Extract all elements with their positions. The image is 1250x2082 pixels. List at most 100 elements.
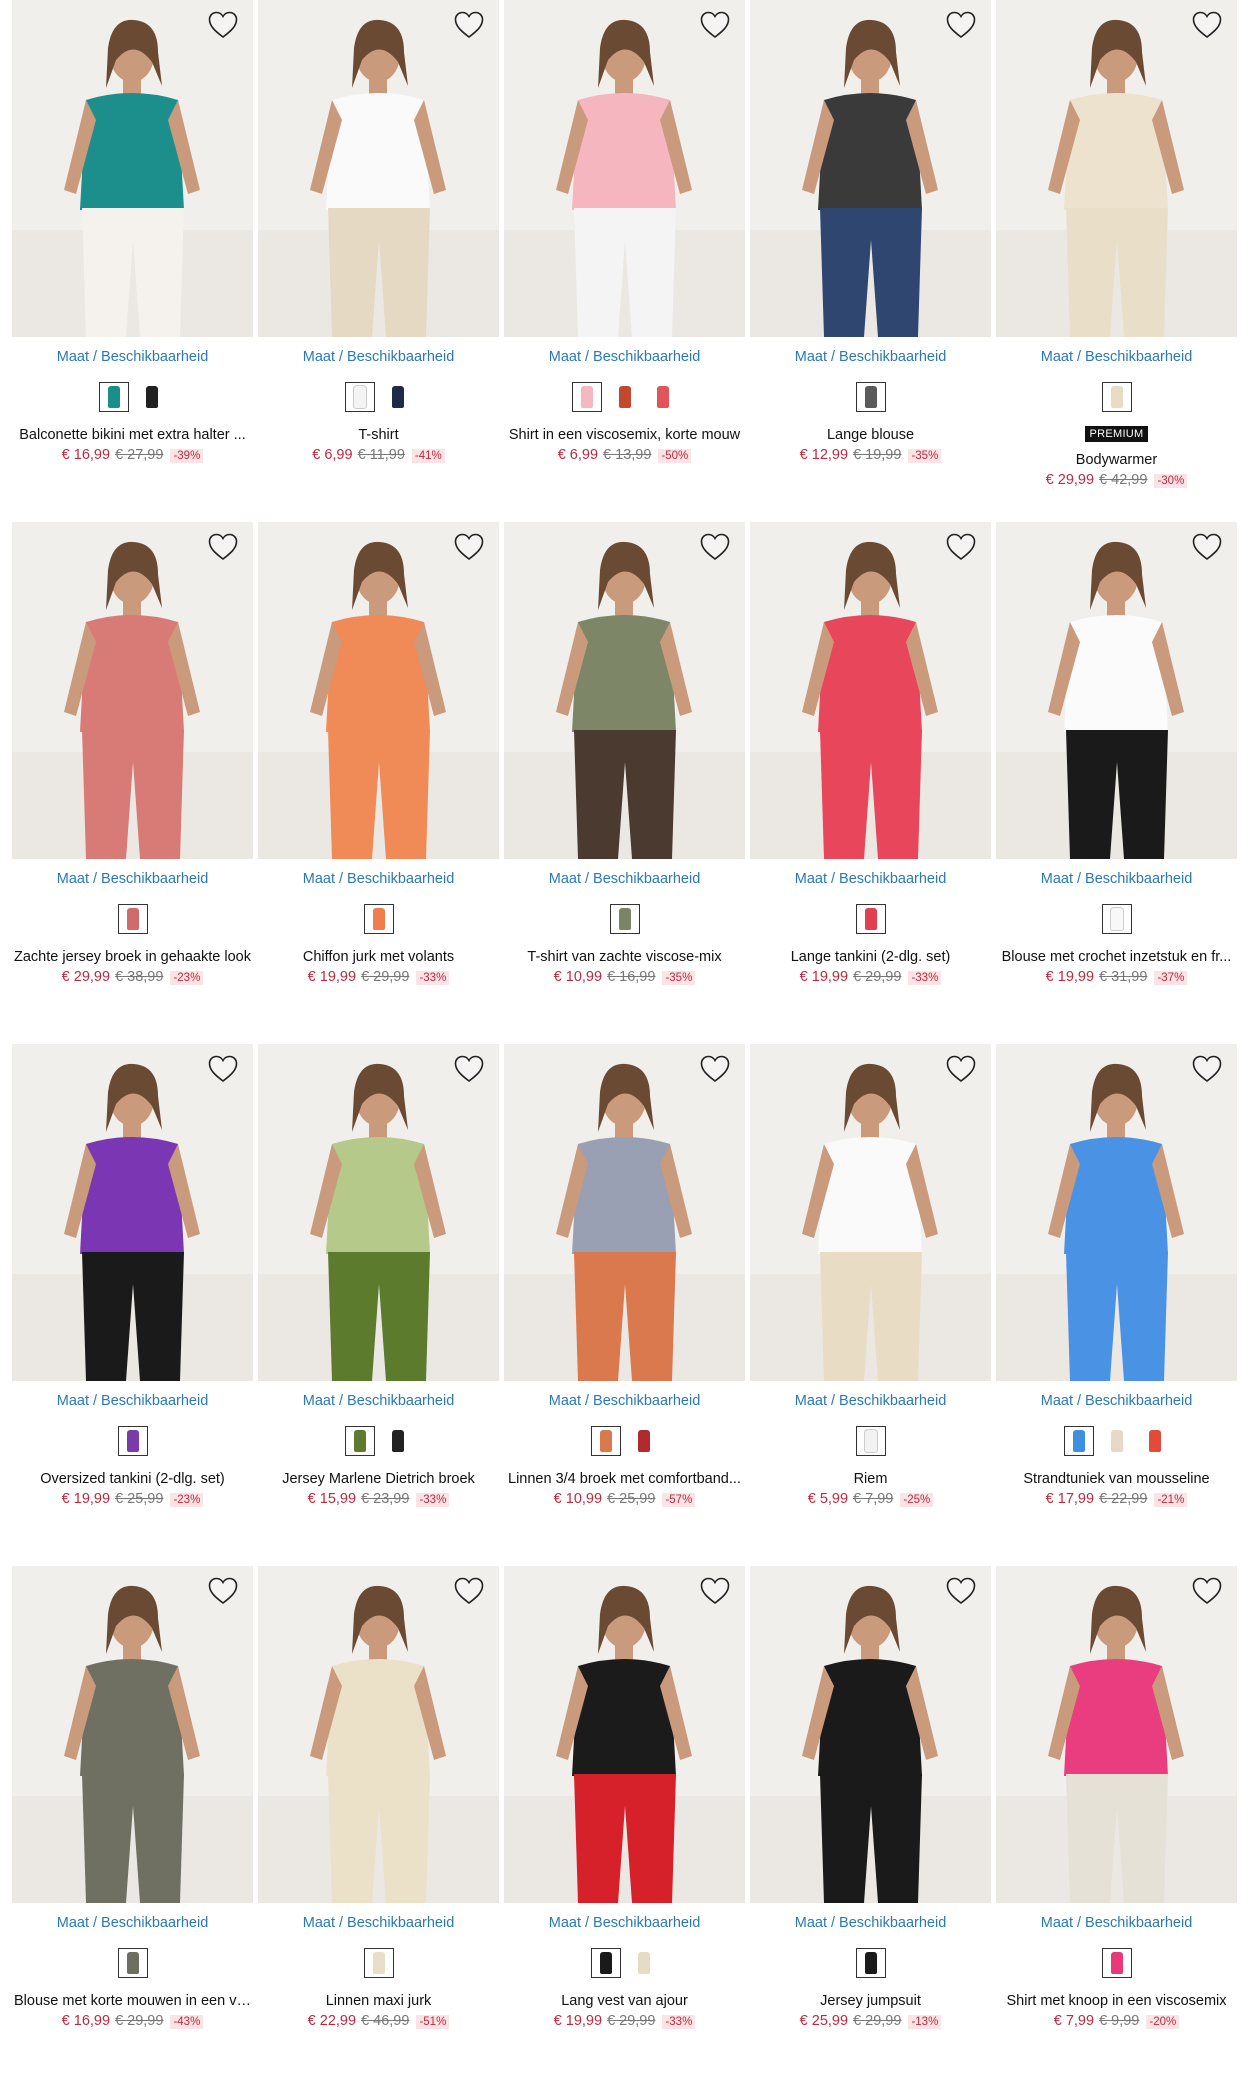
product-image[interactable] [504, 522, 745, 859]
size-availability-link[interactable]: Maat / Beschikbaarheid [258, 1393, 499, 1409]
size-availability-link[interactable]: Maat / Beschikbaarheid [258, 871, 499, 887]
size-availability-link[interactable]: Maat / Beschikbaarheid [504, 1393, 745, 1409]
color-swatch[interactable] [117, 904, 148, 934]
product-image[interactable] [12, 522, 253, 859]
size-availability-link[interactable]: Maat / Beschikbaarheid [750, 1393, 991, 1409]
favorite-heart-icon[interactable] [453, 532, 485, 562]
color-swatch[interactable] [629, 1948, 659, 1978]
product-card[interactable]: Maat / Beschikbaarheid Lang vest van ajou… [492, 1566, 745, 2066]
product-card[interactable]: Maat / Beschikbaarheid T-shirt van zachte… [492, 522, 745, 1022]
color-swatch[interactable] [1101, 382, 1132, 412]
product-name[interactable]: Balconette bikini met extra halter ... [12, 427, 253, 443]
product-name[interactable]: Shirt in een viscosemix, korte mouw [504, 427, 745, 443]
favorite-heart-icon[interactable] [945, 1054, 977, 1084]
size-availability-link[interactable]: Maat / Beschikbaarheid [12, 871, 253, 887]
color-swatch[interactable] [117, 1426, 148, 1456]
size-availability-link[interactable]: Maat / Beschikbaarheid [504, 349, 745, 365]
product-image[interactable] [750, 522, 991, 859]
favorite-heart-icon[interactable] [945, 1576, 977, 1606]
product-name[interactable]: Oversized tankini (2-dlg. set) [12, 1471, 253, 1487]
product-image[interactable] [996, 1566, 1237, 1903]
color-swatch[interactable] [855, 382, 886, 412]
product-card[interactable]: Maat / Beschikbaarheid PREMIUM Bodywarmer €… [984, 0, 1237, 500]
size-availability-link[interactable]: Maat / Beschikbaarheid [258, 349, 499, 365]
favorite-heart-icon[interactable] [1191, 1054, 1223, 1084]
product-image[interactable] [12, 1044, 253, 1381]
product-name[interactable]: Lange tankini (2-dlg. set) [750, 949, 991, 965]
size-availability-link[interactable]: Maat / Beschikbaarheid [504, 1915, 745, 1931]
color-swatch[interactable] [571, 382, 602, 412]
color-swatch[interactable] [363, 1948, 394, 1978]
color-swatch[interactable] [1101, 1948, 1132, 1978]
color-swatch[interactable] [610, 382, 640, 412]
product-image[interactable] [504, 1044, 745, 1381]
product-name[interactable]: Bodywarmer [996, 452, 1237, 468]
product-card[interactable]: Maat / Beschikbaarheid Lange tankini (2-d… [738, 522, 991, 1022]
product-image[interactable] [258, 0, 499, 337]
product-card[interactable]: Maat / Beschikbaarheid Linnen maxi jurk € … [246, 1566, 499, 2066]
product-name[interactable]: Riem [750, 1471, 991, 1487]
product-card[interactable]: Maat / Beschikbaarheid Riem € 5,99 € 7,99 -2… [738, 1044, 991, 1544]
color-swatch[interactable] [855, 1426, 886, 1456]
product-card[interactable]: Maat / Beschikbaarheid Strandtuniek van m… [984, 1044, 1237, 1544]
favorite-heart-icon[interactable] [453, 1054, 485, 1084]
favorite-heart-icon[interactable] [207, 1054, 239, 1084]
product-name[interactable]: Shirt met knoop in een viscosemix [996, 1993, 1237, 2009]
product-image[interactable] [750, 1566, 991, 1903]
product-card[interactable]: Maat / Beschikbaarheid Balconette bikini … [0, 0, 253, 500]
product-image[interactable] [258, 1044, 499, 1381]
product-card[interactable]: Maat / Beschikbaarheid Chiffon jurk met v… [246, 522, 499, 1022]
product-image[interactable] [996, 0, 1237, 337]
color-swatch[interactable] [383, 382, 413, 412]
product-name[interactable]: Zachte jersey broek in gehaakte look [12, 949, 253, 965]
size-availability-link[interactable]: Maat / Beschikbaarheid [12, 349, 253, 365]
product-card[interactable]: Maat / Beschikbaarheid Jersey jumpsuit € 2… [738, 1566, 991, 2066]
favorite-heart-icon[interactable] [699, 1054, 731, 1084]
color-swatch[interactable] [855, 1948, 886, 1978]
product-name[interactable]: Chiffon jurk met volants [258, 949, 499, 965]
size-availability-link[interactable]: Maat / Beschikbaarheid [996, 349, 1237, 365]
product-card[interactable]: Maat / Beschikbaarheid Zachte jersey broe… [0, 522, 253, 1022]
product-name[interactable]: Strandtuniek van mousseline [996, 1471, 1237, 1487]
product-card[interactable]: Maat / Beschikbaarheid T-shirt € 6,99 € 11,… [246, 0, 499, 500]
size-availability-link[interactable]: Maat / Beschikbaarheid [750, 871, 991, 887]
favorite-heart-icon[interactable] [1191, 10, 1223, 40]
product-image[interactable] [750, 1044, 991, 1381]
color-swatch[interactable] [609, 904, 640, 934]
product-name[interactable]: Lange blouse [750, 427, 991, 443]
product-name[interactable]: Linnen 3/4 broek met comfortband... [504, 1471, 745, 1487]
product-name[interactable]: Jersey jumpsuit [750, 1993, 991, 2009]
product-image[interactable] [504, 1566, 745, 1903]
color-swatch[interactable] [98, 382, 129, 412]
product-name[interactable]: Lang vest van ajour [504, 1993, 745, 2009]
size-availability-link[interactable]: Maat / Beschikbaarheid [750, 349, 991, 365]
size-availability-link[interactable]: Maat / Beschikbaarheid [996, 871, 1237, 887]
favorite-heart-icon[interactable] [699, 1576, 731, 1606]
color-swatch[interactable] [1063, 1426, 1094, 1456]
favorite-heart-icon[interactable] [1191, 1576, 1223, 1606]
color-swatch[interactable] [137, 382, 167, 412]
favorite-heart-icon[interactable] [699, 532, 731, 562]
product-image[interactable] [996, 522, 1237, 859]
size-availability-link[interactable]: Maat / Beschikbaarheid [504, 871, 745, 887]
product-card[interactable]: Maat / Beschikbaarheid Linnen 3/4 broek m… [492, 1044, 745, 1544]
size-availability-link[interactable]: Maat / Beschikbaarheid [750, 1915, 991, 1931]
favorite-heart-icon[interactable] [207, 1576, 239, 1606]
product-image[interactable] [750, 0, 991, 337]
favorite-heart-icon[interactable] [1191, 532, 1223, 562]
color-swatch[interactable] [363, 904, 394, 934]
color-swatch[interactable] [590, 1426, 621, 1456]
color-swatch[interactable] [117, 1948, 148, 1978]
size-availability-link[interactable]: Maat / Beschikbaarheid [258, 1915, 499, 1931]
product-name[interactable]: Jersey Marlene Dietrich broek [258, 1471, 499, 1487]
product-card[interactable]: Maat / Beschikbaarheid Jersey Marlene Die… [246, 1044, 499, 1544]
size-availability-link[interactable]: Maat / Beschikbaarheid [996, 1393, 1237, 1409]
product-image[interactable] [504, 0, 745, 337]
product-card[interactable]: Maat / Beschikbaarheid Blouse met korte m… [0, 1566, 253, 2066]
color-swatch[interactable] [855, 904, 886, 934]
favorite-heart-icon[interactable] [945, 532, 977, 562]
favorite-heart-icon[interactable] [453, 1576, 485, 1606]
product-name[interactable]: Linnen maxi jurk [258, 1993, 499, 2009]
color-swatch[interactable] [629, 1426, 659, 1456]
color-swatch[interactable] [344, 382, 375, 412]
